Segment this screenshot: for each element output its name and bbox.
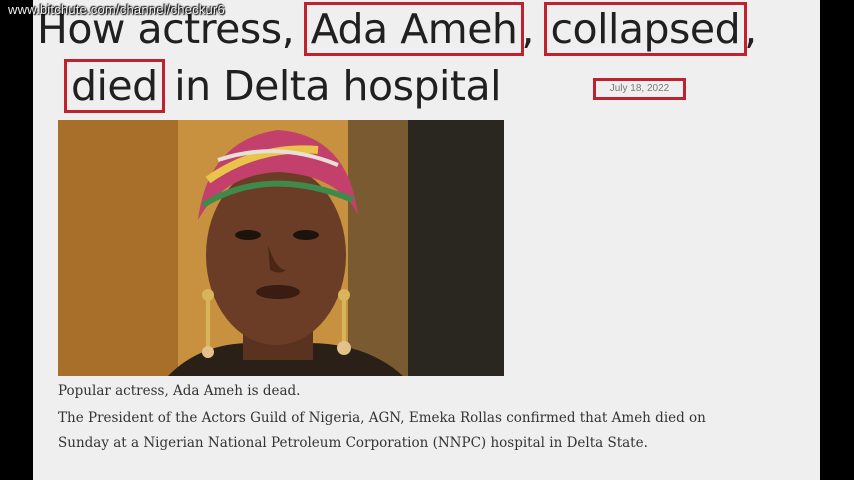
headline-highlight-name: Ada Ameh xyxy=(303,2,525,56)
headline-highlight-died: died xyxy=(64,59,165,113)
portrait-image xyxy=(58,120,504,376)
body-line-2: Sunday at a Nigerian National Petroleum … xyxy=(58,435,648,451)
watermark-url: www.bitchute.com/channel/checkur6 xyxy=(8,2,225,17)
photo-caption: Popular actress, Ada Ameh is dead. xyxy=(58,383,301,399)
headline-text: , xyxy=(521,5,547,53)
article-body: The President of the Actors Guild of Nig… xyxy=(58,406,738,456)
body-line-1: The President of the Actors Guild of Nig… xyxy=(58,410,706,426)
article-photo[interactable] xyxy=(58,120,504,376)
headline-highlight-collapsed: collapsed xyxy=(543,2,748,56)
headline-text: , xyxy=(744,5,757,53)
headline-line-2: died in Delta hospital xyxy=(64,58,501,114)
article-date: July 18, 2022 xyxy=(593,78,686,100)
headline-text: in Delta hospital xyxy=(161,62,501,110)
